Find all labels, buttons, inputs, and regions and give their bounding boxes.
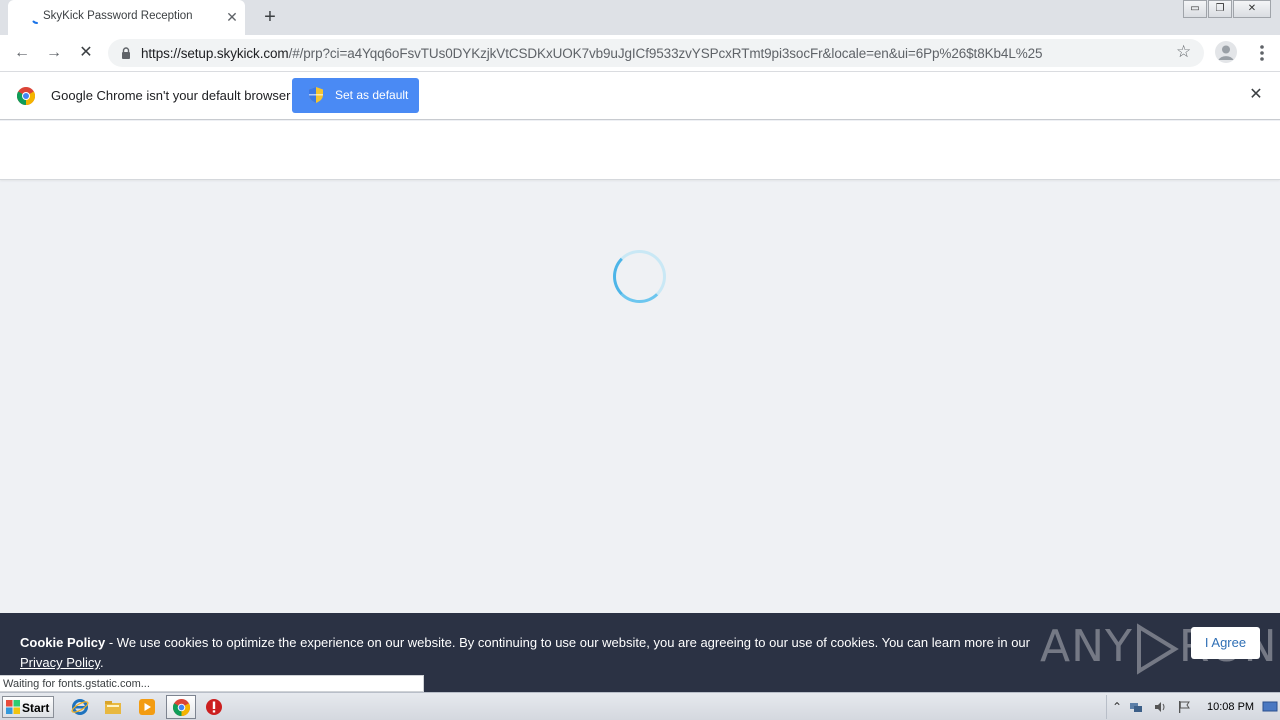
windows-taskbar: Start ⌃ 10:08 PM xyxy=(0,692,1280,720)
taskbar-clock: 10:08 PM xyxy=(1207,701,1255,713)
infobar-close-icon[interactable]: ✕ xyxy=(1247,86,1265,104)
stop-sign-icon[interactable] xyxy=(205,698,223,716)
chrome-logo-icon xyxy=(17,87,35,105)
infobar-message: Google Chrome isn't your default browser xyxy=(51,88,291,103)
stop-loading-button[interactable]: ✕ xyxy=(74,41,98,65)
internet-explorer-icon[interactable] xyxy=(71,698,89,716)
status-bubble: Waiting for fonts.gstatic.com... xyxy=(0,675,424,692)
action-center-flag-icon[interactable] xyxy=(1177,700,1191,714)
i-agree-button[interactable]: I Agree xyxy=(1191,627,1260,659)
cookie-title: Cookie Policy xyxy=(20,635,106,650)
tray-expand-icon[interactable]: ⌃ xyxy=(1110,700,1124,714)
system-tray: ⌃ 10:08 PM xyxy=(1106,695,1280,719)
url-path: /#/prp?ci=a4Yqq6oFsvTUs0DYKzjkVtCSDKxUOK… xyxy=(288,46,1043,61)
network-icon[interactable] xyxy=(1129,700,1143,714)
browser-toolbar: ← → ✕ https://setup.skykick.com/#/prp?ci… xyxy=(0,35,1280,71)
start-button[interactable]: Start xyxy=(2,696,54,718)
address-bar[interactable]: https://setup.skykick.com/#/prp?ci=a4Yqq… xyxy=(108,39,1204,67)
set-as-default-label: Set as default xyxy=(335,88,409,102)
url-text: https://setup.skykick.com/#/prp?ci=a4Yqq… xyxy=(141,46,1043,61)
tab-title: SkyKick Password Reception xyxy=(43,10,193,22)
chrome-taskbar-icon xyxy=(173,699,190,716)
page-header xyxy=(0,121,1280,180)
minimize-button[interactable]: ▭ xyxy=(1183,0,1207,18)
cookie-text: Cookie Policy - We use cookies to optimi… xyxy=(20,633,1060,673)
tab-skykick[interactable]: SkyKick Password Reception ✕ xyxy=(8,0,245,35)
file-explorer-icon[interactable] xyxy=(104,698,122,716)
media-player-icon[interactable] xyxy=(138,698,156,716)
lock-icon xyxy=(122,47,130,59)
new-tab-button[interactable]: + xyxy=(260,7,280,27)
taskbar-chrome-button[interactable] xyxy=(166,695,196,719)
windows-logo-icon xyxy=(6,700,20,714)
bookmark-star-icon[interactable]: ☆ xyxy=(1176,42,1191,62)
default-browser-infobar: Google Chrome isn't your default browser… xyxy=(0,71,1280,120)
loading-spinner xyxy=(613,250,666,303)
tab-close-icon[interactable]: ✕ xyxy=(224,9,240,25)
tab-strip: SkyKick Password Reception ✕ + ▭ ❐ ✕ xyxy=(0,0,1280,35)
back-button[interactable]: ← xyxy=(10,41,34,65)
uac-shield-icon xyxy=(309,87,323,103)
play-triangle-icon xyxy=(1136,623,1179,675)
loading-spinner-icon xyxy=(32,20,38,24)
show-desktop-icon[interactable] xyxy=(1262,700,1278,714)
profile-avatar-icon[interactable] xyxy=(1215,41,1237,63)
volume-icon[interactable] xyxy=(1153,700,1167,714)
menu-dots-icon[interactable] xyxy=(1254,41,1270,65)
cookie-end: . xyxy=(99,655,104,670)
privacy-policy-link[interactable]: Privacy Policy xyxy=(20,655,100,670)
start-label: Start xyxy=(22,701,50,715)
set-as-default-button[interactable]: Set as default xyxy=(292,78,419,113)
cookie-body: - We use cookies to optimize the experie… xyxy=(105,635,1030,650)
restore-button[interactable]: ❐ xyxy=(1208,0,1232,18)
forward-button[interactable]: → xyxy=(42,41,66,65)
window-close-button[interactable]: ✕ xyxy=(1233,0,1271,18)
url-host: https://setup.skykick.com xyxy=(141,46,289,61)
